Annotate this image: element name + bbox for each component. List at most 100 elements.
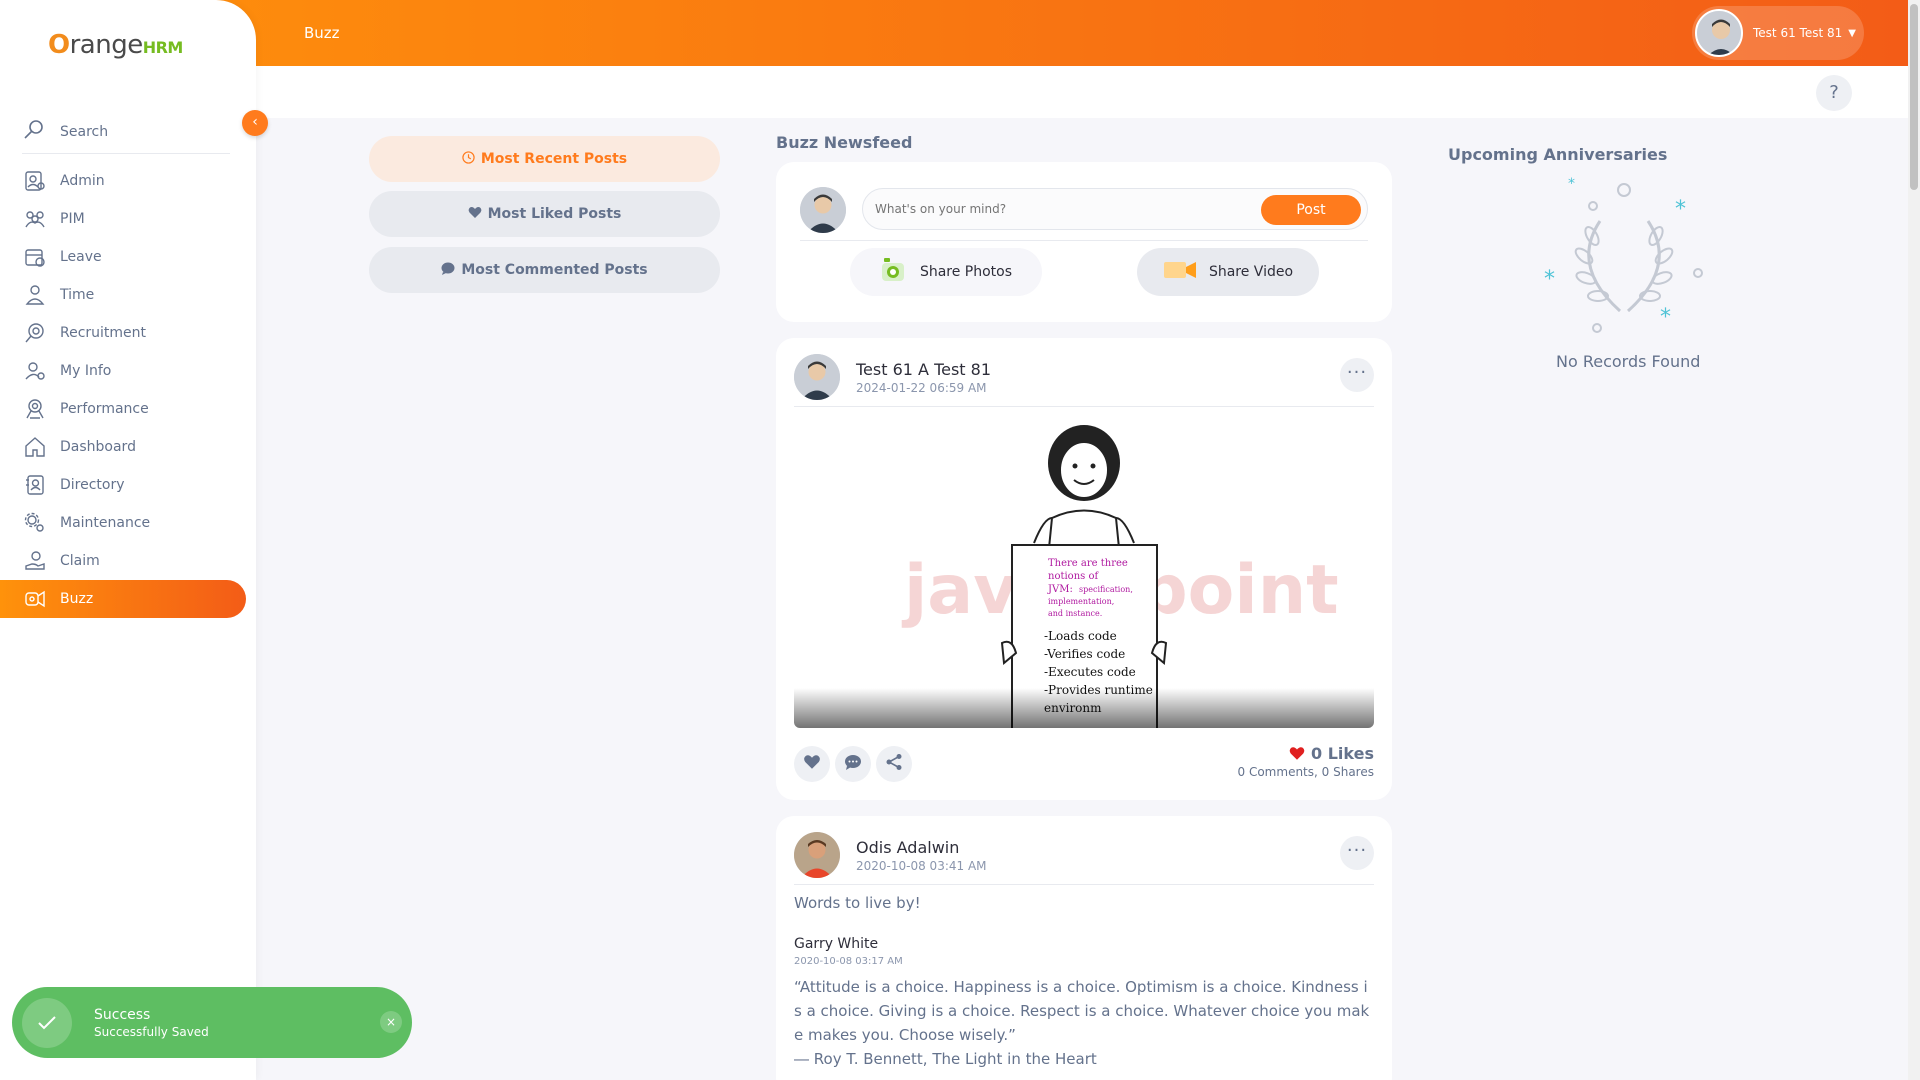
scrollbar-thumb[interactable] (1910, 4, 1918, 190)
sidebar-item-buzz[interactable]: Buzz (0, 580, 246, 618)
sidebar: OrangeHRM Search Admin PIM Leave Time Re… (0, 0, 256, 1080)
image-text-line: and instance. (1048, 609, 1102, 618)
post-author-name: Odis Adalwin (856, 837, 960, 857)
maintenance-icon (22, 510, 48, 536)
help-button[interactable]: ? (1816, 75, 1852, 111)
user-name: Test 61 Test 81 (1753, 26, 1843, 40)
page-scrollbar[interactable] (1908, 0, 1920, 1080)
image-text-line: -Executes code (1044, 665, 1136, 679)
post-options-button[interactable]: ··· (1340, 358, 1374, 392)
like-button[interactable] (794, 746, 830, 782)
svg-text:*: * (1568, 176, 1575, 192)
comment-icon (441, 262, 455, 279)
camera-icon (880, 257, 908, 287)
post-divider (794, 884, 1374, 885)
comments-count[interactable]: 0 Comments (1238, 765, 1315, 779)
chevron-down-icon: ▼ (1848, 27, 1856, 39)
svg-text:point: point (1139, 551, 1339, 630)
post-options-button[interactable]: ··· (1340, 836, 1374, 870)
image-text-line: specification, (1079, 585, 1133, 594)
heart-icon (468, 206, 482, 223)
post-input-wrapper: Post (862, 188, 1368, 230)
image-text-line: There are three (1048, 558, 1128, 569)
more-horizontal-icon: ··· (1346, 362, 1368, 383)
dashboard-icon (22, 434, 48, 460)
shares-count[interactable]: 0 Shares (1322, 765, 1374, 779)
performance-icon (22, 396, 48, 422)
page-title: Buzz (304, 24, 340, 42)
composer-divider (800, 240, 1368, 241)
chevron-left-icon: ‹ (252, 114, 258, 130)
filter-most-liked-posts[interactable]: Most Liked Posts (369, 191, 720, 237)
sidebar-item-directory[interactable]: Directory (0, 466, 246, 504)
filter-most-commented-posts[interactable]: Most Commented Posts (369, 247, 720, 293)
share-icon (885, 753, 903, 775)
filter-most-recent-posts[interactable]: Most Recent Posts (369, 136, 720, 182)
sidebar-item-admin[interactable]: Admin (0, 162, 246, 200)
collapse-sidebar-button[interactable]: ‹ (242, 110, 268, 136)
heart-icon (1289, 744, 1305, 763)
image-text-line: -Verifies code (1044, 647, 1125, 661)
sidebar-item-dashboard[interactable]: Dashboard (0, 428, 246, 466)
toast-close-button[interactable]: × (380, 1011, 402, 1033)
composer-avatar (800, 187, 846, 233)
sidebar-search[interactable]: Search (22, 110, 230, 154)
top-bar: Buzz Test 61 Test 81 ▼ (0, 0, 1908, 66)
share-button[interactable] (876, 746, 912, 782)
recruitment-icon (22, 320, 48, 346)
svg-text:*: * (1660, 305, 1671, 330)
sidebar-item-maintenance[interactable]: Maintenance (0, 504, 246, 542)
post-card: Odis Adalwin 2020-10-08 03:41 AM ··· Wor… (776, 816, 1392, 1080)
svg-text:*: * (1675, 197, 1686, 222)
success-toast: Success Successfully Saved × (12, 987, 412, 1058)
checkmark-icon (22, 997, 72, 1048)
likes-count: 0 Likes (1311, 744, 1374, 763)
sidebar-item-time[interactable]: Time (0, 276, 246, 314)
post-button[interactable]: Post (1261, 195, 1361, 225)
search-icon (22, 118, 46, 146)
post-body: Words to live by! Garry White 2020-10-08… (794, 894, 1374, 1071)
anniversaries-title: Upcoming Anniversaries (1448, 145, 1668, 164)
shared-post-quote-source: ― Roy T. Bennett, The Light in the Heart (794, 1050, 1097, 1068)
share-video-button[interactable]: Share Video (1137, 248, 1319, 296)
anniversaries-empty-message: No Records Found (1556, 352, 1701, 371)
user-dropdown[interactable]: Test 61 Test 81 ▼ (1692, 6, 1864, 60)
sidebar-item-claim[interactable]: Claim (0, 542, 246, 580)
post-actions (794, 746, 917, 782)
post-header: Test 61 A Test 81 2024-01-22 06:59 AM (794, 354, 991, 400)
shared-post-quote: “Attitude is a choice. Happiness is a ch… (794, 978, 1370, 1044)
sidebar-item-my-info[interactable]: My Info (0, 352, 246, 390)
toast-title: Success (94, 1006, 151, 1023)
post-date: 2020-10-08 03:41 AM (856, 858, 987, 873)
user-avatar (1695, 9, 1743, 57)
post-author-avatar[interactable] (794, 354, 840, 400)
sidebar-item-leave[interactable]: Leave (0, 238, 246, 276)
shared-post-date: 2020-10-08 03:17 AM (794, 956, 903, 967)
image-text-line: -Loads code (1044, 629, 1117, 643)
shared-author-name: Garry White (794, 936, 879, 952)
time-icon (22, 282, 48, 308)
share-photos-button[interactable]: Share Photos (850, 248, 1042, 296)
post-date: 2024-01-22 06:59 AM (856, 380, 987, 395)
post-stats: 0 Likes 0 Comments, 0 Shares (1237, 744, 1374, 779)
post-image[interactable]: java point There are three notions of JV… (794, 418, 1374, 728)
comment-button[interactable] (835, 746, 871, 782)
clock-icon (462, 150, 475, 168)
leave-icon (22, 244, 48, 270)
more-horizontal-icon: ··· (1346, 840, 1368, 861)
claim-icon (22, 548, 48, 574)
post-author-avatar[interactable] (794, 832, 840, 878)
heart-icon (803, 754, 821, 774)
post-author-name: Test 61 A Test 81 (856, 359, 992, 379)
buzz-icon (22, 586, 48, 612)
post-input[interactable] (875, 189, 1255, 229)
my-info-icon (22, 358, 48, 384)
sidebar-item-performance[interactable]: Performance (0, 390, 246, 428)
orangehrm-logo[interactable]: OrangeHRM (48, 30, 183, 60)
sidebar-item-pim[interactable]: PIM (0, 200, 246, 238)
admin-icon (22, 168, 48, 194)
video-camera-icon (1163, 260, 1197, 284)
laurel-wreath-icon: * * * * (1540, 176, 1710, 340)
sidebar-item-recruitment[interactable]: Recruitment (0, 314, 246, 352)
post-composer: Post Share Photos Share Video (776, 162, 1392, 322)
